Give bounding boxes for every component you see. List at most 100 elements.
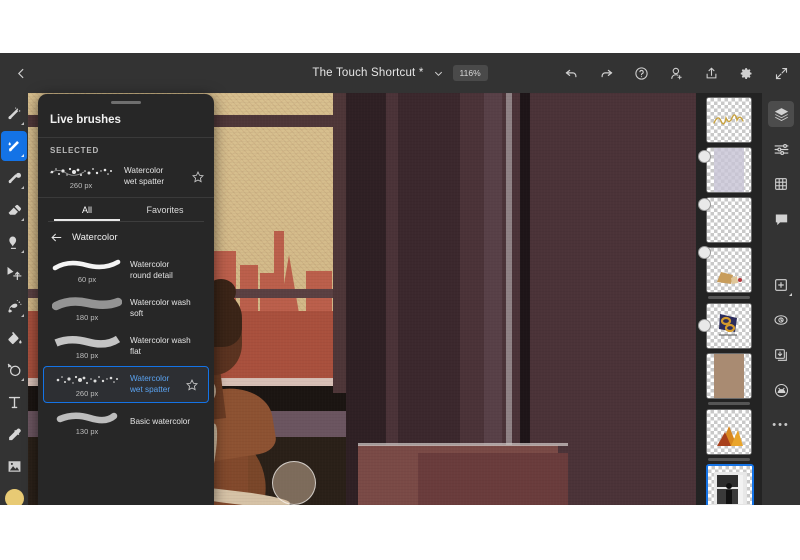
more-dots-icon: •••: [772, 419, 790, 431]
redo-icon[interactable]: [593, 60, 619, 86]
layer-preview: [714, 354, 744, 398]
layer-preview: [713, 114, 744, 125]
layer-visibility-button[interactable]: [768, 307, 794, 333]
tool-options-corner: [21, 314, 24, 317]
merge-down-button[interactable]: [768, 342, 794, 368]
brush-name-line1: Watercolor: [124, 166, 164, 175]
layer-thumb-5[interactable]: [706, 303, 752, 349]
more-options-button[interactable]: •••: [768, 412, 794, 438]
toolbar-actions: [558, 53, 794, 93]
tab-favorites[interactable]: Favorites: [126, 205, 204, 221]
layer-thumb-3[interactable]: [706, 197, 752, 243]
brush-list-item-selected[interactable]: 260 px Watercolor wet spatter: [43, 366, 209, 403]
brush-size-label: 260 px: [75, 389, 99, 398]
tool-options-corner: [21, 154, 24, 157]
tool-smudge[interactable]: [1, 163, 27, 193]
layer-preview: [717, 426, 743, 446]
brush-name-line1: Watercolor: [130, 260, 170, 269]
chevron-down-icon[interactable]: [433, 68, 444, 79]
active-color-swatch[interactable]: [4, 489, 24, 505]
tool-options-corner: [21, 378, 24, 381]
zoom-level-badge[interactable]: 116%: [452, 65, 488, 81]
brush-size-label: 60 px: [77, 275, 97, 284]
brush-thumbnail: 260 px: [44, 163, 118, 190]
undo-icon[interactable]: [558, 60, 584, 86]
tool-shapes[interactable]: [1, 355, 27, 385]
add-layer-button[interactable]: [768, 272, 794, 298]
back-button[interactable]: [8, 60, 34, 86]
brush-name-line1: Watercolor: [130, 374, 170, 383]
tool-options-corner: [21, 186, 24, 189]
arrow-left-icon[interactable]: [50, 231, 63, 244]
tool-eraser[interactable]: [1, 195, 27, 225]
tab-all[interactable]: All: [48, 205, 126, 221]
spatter-stroke-icon: [49, 167, 112, 176]
layer-badge[interactable]: [698, 246, 711, 259]
basic-watercolor-stroke-icon: [56, 412, 118, 424]
layer-badge[interactable]: [698, 150, 711, 163]
tool-options-corner: [21, 218, 24, 221]
tool-pixel-brush[interactable]: [1, 99, 27, 129]
tool-blend[interactable]: [1, 227, 27, 257]
tool-live-brush[interactable]: [1, 131, 27, 161]
mask-button[interactable]: [768, 377, 794, 403]
left-tool-rail: [0, 93, 28, 505]
brush-thumbnail: 180 px: [50, 333, 124, 360]
layer-badge[interactable]: [698, 319, 711, 332]
layer-thumb-4[interactable]: [706, 247, 752, 293]
selected-brush-row[interactable]: 260 px Watercolor wet spatter: [38, 159, 214, 197]
layer-preview: [714, 472, 746, 504]
wash-flat-stroke-icon: [54, 335, 121, 348]
question-circle-icon[interactable]: [628, 60, 654, 86]
panel-grid[interactable]: [768, 171, 794, 197]
layer-thumb-8[interactable]: [706, 464, 754, 505]
layer-badge[interactable]: [698, 198, 711, 211]
tool-options-corner: [21, 122, 24, 125]
brush-name: Watercolor wet spatter: [130, 374, 179, 395]
layer-preview: [719, 314, 737, 336]
star-outline-icon[interactable]: [191, 170, 205, 184]
live-brushes-panel: Live brushes SELECTED 260 px Watercolor …: [38, 94, 214, 505]
round-detail-stroke-icon: [52, 259, 121, 271]
star-outline-icon[interactable]: [185, 378, 199, 392]
spatter-stroke-icon: [56, 375, 118, 384]
layer-thumb-6[interactable]: [706, 353, 752, 399]
layer-thumb-7[interactable]: [706, 409, 752, 455]
layer-preview: [717, 272, 742, 284]
tool-selection[interactable]: [1, 291, 27, 321]
brush-size-label: 260 px: [69, 181, 93, 190]
layer-group-separator: [708, 402, 750, 405]
brush-size-label: 180 px: [75, 313, 99, 322]
brush-list-item[interactable]: 180 px Watercolor wash flat: [43, 328, 209, 365]
layer-thumb-1[interactable]: [706, 97, 752, 143]
panel-comments[interactable]: [768, 206, 794, 232]
breadcrumb[interactable]: Watercolor: [38, 222, 214, 251]
brush-cursor-ring: [272, 461, 316, 505]
brush-list-item[interactable]: 180 px Watercolor wash soft: [43, 290, 209, 327]
add-person-icon[interactable]: [663, 60, 689, 86]
tool-text[interactable]: [1, 387, 27, 417]
document-title[interactable]: The Touch Shortcut *: [312, 67, 423, 79]
gear-icon[interactable]: [733, 60, 759, 86]
layer-thumb-2[interactable]: [706, 147, 752, 193]
brush-list-item[interactable]: 60 px Watercolor round detail: [43, 252, 209, 289]
brush-name: Watercolor round detail: [130, 260, 199, 281]
wash-soft-stroke-icon: [52, 297, 122, 311]
layer-thumbnail-strip[interactable]: [696, 93, 762, 505]
panel-layers[interactable]: [768, 101, 794, 127]
panel-title: Live brushes: [50, 114, 121, 126]
brush-name-line2: wet spatter: [124, 176, 165, 186]
expand-arrows-icon[interactable]: [768, 60, 794, 86]
brush-thumbnail: 60 px: [50, 257, 124, 284]
brush-list-item[interactable]: 130 px Basic watercolor: [43, 404, 209, 441]
tool-fill[interactable]: [1, 323, 27, 353]
brush-name-line2: wet spatter: [130, 384, 171, 394]
layer-group-separator: [708, 296, 750, 299]
tool-place-image[interactable]: [1, 451, 27, 481]
panel-adjustments[interactable]: [768, 136, 794, 162]
tool-transform[interactable]: [1, 259, 27, 289]
share-upload-icon[interactable]: [698, 60, 724, 86]
brush-tabs: All Favorites: [38, 198, 214, 221]
brush-size-label: 180 px: [75, 351, 99, 360]
tool-eyedropper[interactable]: [1, 419, 27, 449]
